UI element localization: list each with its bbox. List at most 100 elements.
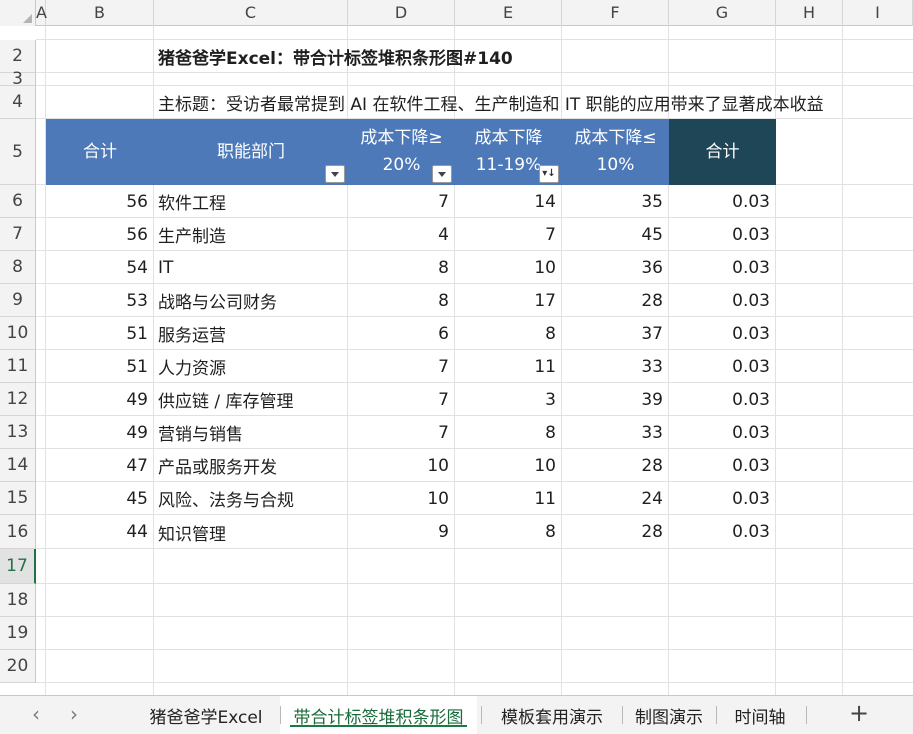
cell-department[interactable]: 风险、法务与合规 [154, 482, 348, 515]
cell-cost-drop-20[interactable]: 8 [348, 284, 455, 317]
column-header-f[interactable]: F [562, 0, 669, 26]
column-header-h[interactable]: H [776, 0, 843, 26]
row-header-19[interactable]: 19 [0, 617, 36, 650]
sort-descending-icon[interactable]: ▾↓ [539, 165, 559, 183]
cell-total[interactable]: 51 [46, 317, 154, 350]
cell-total[interactable]: 45 [46, 482, 154, 515]
cell-total[interactable]: 53 [46, 284, 154, 317]
column-header-i[interactable]: I [843, 0, 913, 26]
row-header-6[interactable]: 6 [0, 185, 36, 218]
header-cost-drop-20[interactable]: 成本下降≥ 20% [348, 119, 455, 185]
row-header-16[interactable]: 16 [0, 515, 36, 549]
cell-total-label[interactable]: 0.03 [669, 284, 776, 317]
cell-total-label[interactable]: 0.03 [669, 251, 776, 284]
spreadsheet-grid[interactable]: ABCDEFGHI 2 3 4 5 6 7 8 9 10 11 12 13 14 15 16 17 18 19 20… [0, 0, 913, 695]
cell-total[interactable]: 49 [46, 383, 154, 416]
chevron-left-icon[interactable]: ‹ [26, 702, 46, 726]
cell-department[interactable]: 战略与公司财务 [154, 284, 348, 317]
row-header-5[interactable]: 5 [0, 119, 36, 185]
cell-total-label[interactable]: 0.03 [669, 515, 776, 549]
cell-total-label[interactable]: 0.03 [669, 383, 776, 416]
column-header-e[interactable]: E [455, 0, 562, 26]
cell-cost-drop-11-19[interactable]: 10 [455, 251, 562, 284]
cell-cost-drop-20[interactable]: 8 [348, 251, 455, 284]
column-header-b[interactable]: B [46, 0, 154, 26]
cell-cost-drop-10[interactable]: 33 [562, 350, 669, 383]
cell-cost-drop-11-19[interactable]: 11 [455, 350, 562, 383]
row-header-7[interactable]: 7 [0, 218, 36, 251]
cell-total-label[interactable]: 0.03 [669, 416, 776, 449]
cell-cost-drop-20[interactable]: 7 [348, 383, 455, 416]
cell-total-label[interactable]: 0.03 [669, 185, 776, 218]
row-header-10[interactable]: 10 [0, 317, 36, 350]
header-department[interactable]: 职能部门 [154, 119, 348, 185]
cell-cost-drop-10[interactable]: 37 [562, 317, 669, 350]
row-header-12[interactable]: 12 [0, 383, 36, 416]
cell-total[interactable]: 47 [46, 449, 154, 482]
cell-cost-drop-20[interactable]: 9 [348, 515, 455, 549]
cell-cost-drop-11-19[interactable]: 10 [455, 449, 562, 482]
cell-cost-drop-20[interactable]: 10 [348, 449, 455, 482]
filter-dropdown-icon[interactable] [325, 165, 345, 183]
cell-cost-drop-10[interactable]: 28 [562, 284, 669, 317]
sheet-tab[interactable]: 带合计标签堆积条形图 [280, 696, 477, 734]
row-header-20[interactable]: 20 [0, 650, 36, 683]
header-cost-drop-11-19[interactable]: 成本下降 11-19% ▾↓ [455, 119, 562, 185]
cell-total[interactable]: 44 [46, 515, 154, 549]
cell-cost-drop-11-19[interactable]: 8 [455, 416, 562, 449]
row-header-18[interactable]: 18 [0, 584, 36, 617]
sheet-tab[interactable]: 时间轴 [716, 696, 804, 734]
filter-dropdown-icon[interactable] [432, 165, 452, 183]
row-header-8[interactable]: 8 [0, 251, 36, 284]
cell-cost-drop-10[interactable]: 36 [562, 251, 669, 284]
cell-cost-drop-20[interactable]: 6 [348, 317, 455, 350]
row-header-3[interactable]: 3 [0, 69, 36, 89]
cell-total-label[interactable]: 0.03 [669, 218, 776, 251]
cell-cost-drop-11-19[interactable]: 8 [455, 515, 562, 549]
cell-department[interactable]: 供应链 / 库存管理 [154, 383, 348, 416]
row-header-9[interactable]: 9 [0, 284, 36, 317]
sheet-tab[interactable]: 猪爸爸学Excel [132, 696, 280, 734]
cell-cost-drop-11-19[interactable]: 11 [455, 482, 562, 515]
cell-total[interactable]: 56 [46, 218, 154, 251]
column-header-d[interactable]: D [348, 0, 455, 26]
cell-cost-drop-10[interactable]: 39 [562, 383, 669, 416]
cell-total[interactable]: 51 [46, 350, 154, 383]
cell-department[interactable]: 生产制造 [154, 218, 348, 251]
column-header-c[interactable]: C [154, 0, 348, 26]
cell-cost-drop-10[interactable]: 35 [562, 185, 669, 218]
row-header-11[interactable]: 11 [0, 350, 36, 383]
cell-cost-drop-11-19[interactable]: 17 [455, 284, 562, 317]
cell-department[interactable]: 产品或服务开发 [154, 449, 348, 482]
cell-total[interactable]: 49 [46, 416, 154, 449]
sheet-tab[interactable]: 模板套用演示 [481, 696, 623, 734]
cell-total[interactable]: 56 [46, 185, 154, 218]
row-header-14[interactable]: 14 [0, 449, 36, 482]
cell-department[interactable]: 营销与销售 [154, 416, 348, 449]
select-all-button[interactable] [0, 0, 36, 26]
cell-cost-drop-20[interactable]: 10 [348, 482, 455, 515]
cell-department[interactable]: 知识管理 [154, 515, 348, 549]
cell-cost-drop-20[interactable]: 7 [348, 416, 455, 449]
header-cost-drop-10[interactable]: 成本下降≤ 10% [562, 119, 669, 185]
header-total-label[interactable]: 合计 [669, 119, 776, 185]
cell-cost-drop-20[interactable]: 4 [348, 218, 455, 251]
column-header-g[interactable]: G [669, 0, 776, 26]
cell-department[interactable]: IT [154, 251, 348, 284]
cell-cost-drop-11-19[interactable]: 8 [455, 317, 562, 350]
row-header-13[interactable]: 13 [0, 416, 36, 449]
cell-cost-drop-20[interactable]: 7 [348, 350, 455, 383]
column-header-a[interactable]: A [36, 0, 47, 26]
row-header-4[interactable]: 4 [0, 86, 36, 119]
chevron-right-icon[interactable]: › [64, 702, 84, 726]
cell-department[interactable]: 软件工程 [154, 185, 348, 218]
cell-department[interactable]: 人力资源 [154, 350, 348, 383]
cell-cost-drop-10[interactable]: 33 [562, 416, 669, 449]
cell-cost-drop-11-19[interactable]: 7 [455, 218, 562, 251]
cell-cost-drop-10[interactable]: 28 [562, 449, 669, 482]
add-sheet-button[interactable]: + [846, 699, 872, 727]
header-total[interactable]: 合计 [46, 119, 154, 185]
sheet-title[interactable]: 猪爸爸学Excel：带合计标签堆积条形图#140 [154, 40, 513, 73]
cell-department[interactable]: 服务运营 [154, 317, 348, 350]
sheet-subtitle[interactable]: 主标题：受访者最常提到 AI 在软件工程、生产制造和 IT 职能的应用带来了显著… [154, 86, 824, 119]
